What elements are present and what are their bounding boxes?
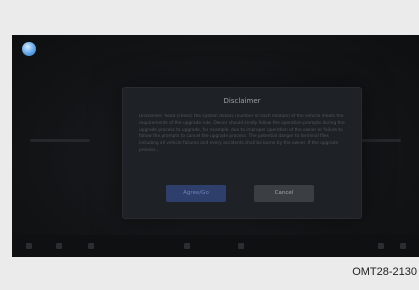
dialog-title: Disclaimer	[223, 97, 261, 105]
dock-media-icon[interactable]	[56, 243, 62, 249]
dock-climate-icon[interactable]	[184, 243, 190, 249]
figure-caption: OMT28-2130	[352, 266, 417, 278]
disclaimer-dialog: Disclaimer Disclaimer: Read (check) the …	[122, 87, 362, 219]
dock-apps-icon[interactable]	[400, 243, 406, 249]
vehicle-screen: SMART FOLK Disclaimer Disclaimer: Read (…	[12, 35, 419, 257]
bottom-dock	[12, 235, 419, 257]
cancel-button[interactable]: Cancel	[254, 185, 314, 202]
dock-nav-icon[interactable]	[238, 243, 244, 249]
dock-settings-icon[interactable]	[378, 243, 384, 249]
dock-home-icon[interactable]	[26, 243, 32, 249]
dock-phone-icon[interactable]	[88, 243, 94, 249]
dialog-body-text: Disclaimer: Read (check) the system deta…	[139, 114, 345, 153]
app-logo-icon[interactable]	[22, 42, 36, 56]
background-left-text	[30, 139, 90, 142]
agree-button[interactable]: Agree/Go	[166, 185, 226, 202]
